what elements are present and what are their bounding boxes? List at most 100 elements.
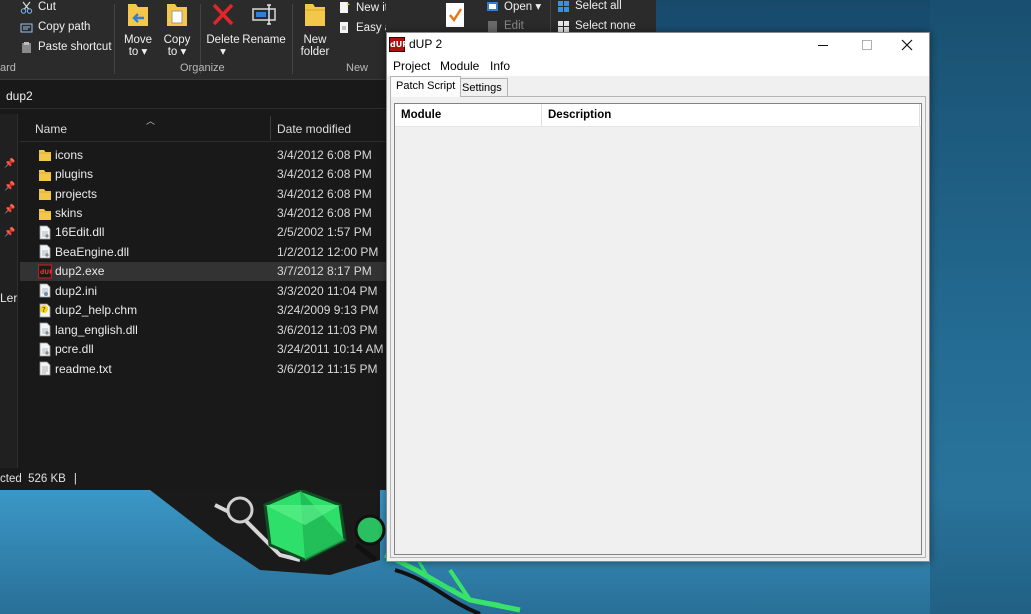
delete-button[interactable]: Delete ▾ [205,0,241,58]
copy-to-folder-icon [167,4,187,26]
file-name: 16Edit.dll [55,225,105,240]
file-row[interactable]: lang_english.dll 3/6/2012 11:03 PM [20,320,386,339]
column-header-name[interactable]: Name [35,122,67,136]
folder-icon [38,167,52,182]
rename-icon [252,4,276,25]
copy-path-label: Copy path [38,21,91,33]
tab-patch-script[interactable]: Patch Script [390,76,462,97]
ini-file-icon [38,283,52,298]
dup-app-icon[interactable]: dUP [389,37,408,52]
file-row[interactable]: BeaEngine.dll 1/2/2012 12:00 PM [20,242,386,261]
file-name: BeaEngine.dll [55,244,130,259]
file-list: ︿ Name Date modified icons 3/4/2012 6:08 … [20,114,386,468]
new-item-button[interactable]: New item ▾ [338,0,386,16]
column-headers: ︿ Name Date modified [20,114,386,142]
easy-access-label: Easy access ▾ [356,22,386,34]
new-folder-label: New [303,34,327,46]
file-date-modified: 3/4/2012 6:08 PM [277,206,372,221]
column-header-date-modified[interactable]: Date modified [277,122,351,136]
select-all-button[interactable]: Select all [557,0,622,15]
address-bar[interactable]: dup2 [0,84,386,109]
file-date-modified: 3/6/2012 11:03 PM [277,322,378,337]
move-to-folder-icon [128,4,148,26]
minimize-icon [818,44,828,46]
pin-icon[interactable]: 📌 [4,181,15,191]
copy-path-button[interactable]: Copy path [20,18,90,36]
dup-exe-icon: dUP [37,264,54,279]
pin-icon[interactable]: 📌 [4,204,15,214]
menu-info[interactable]: Info [490,59,510,73]
file-row[interactable]: readme.txt 3/6/2012 11:15 PM [20,359,386,378]
file-date-modified: 1/2/2012 12:00 PM [277,244,379,259]
status-selection-text: cted 526 KB [0,473,66,485]
column-divider[interactable] [919,104,920,127]
paste-shortcut-button[interactable]: Paste shortcut [20,38,112,56]
move-to-label-line2: to ▾ [128,46,148,58]
new-folder-button[interactable]: New folder [297,0,333,58]
close-button[interactable] [885,33,929,56]
file-row[interactable]: 16Edit.dll 2/5/2002 1:57 PM [20,223,386,242]
dll-file-icon [38,244,52,259]
file-row[interactable]: plugins 3/4/2012 6:08 PM [20,164,386,183]
copy-to-label-line2: to ▾ [167,46,187,58]
file-explorer-window: Cut Copy path Paste shortcut ard Move to… [0,0,386,490]
column-header-module[interactable]: Module [395,104,541,127]
rename-button[interactable]: Rename [242,0,286,46]
file-date-modified: 3/4/2012 6:08 PM [277,147,372,162]
file-date-modified: 2/5/2002 1:57 PM [277,225,372,240]
file-row[interactable]: ? dup2_help.chm 3/24/2009 9:13 PM [20,301,386,320]
address-text: dup2 [6,89,33,103]
file-row[interactable]: dup2.ini 3/3/2020 11:04 PM [20,281,386,300]
edit-icon [488,20,497,32]
select-none-icon [558,20,569,32]
file-row[interactable]: icons 3/4/2012 6:08 PM [20,145,386,164]
maximize-icon [862,39,872,50]
svg-text:dUP: dUP [40,269,52,276]
file-date-modified: 3/24/2011 10:14 AM [277,342,384,357]
copy-to-button[interactable]: Copy to ▾ [161,0,193,58]
dll-file-icon [38,342,52,357]
organize-group-label: Organize [180,62,225,74]
pin-icon[interactable]: 📌 [4,227,15,237]
cut-button[interactable]: Cut [20,0,56,16]
delete-x-icon [212,3,234,26]
maximize-button[interactable] [845,33,889,56]
chm-help-file-icon: ? [38,303,52,318]
file-name: readme.txt [55,361,112,376]
select-all-label: Select all [575,0,622,12]
module-list[interactable]: Module Description [394,103,922,555]
open-label: Open ▾ [504,1,542,13]
file-date-modified: 3/7/2012 8:17 PM [277,264,372,279]
title-bar[interactable]: dUP dUP 2 [387,33,929,56]
new-folder-icon [305,4,325,26]
paste-shortcut-label: Paste shortcut [38,41,112,53]
sort-ascending-icon: ︿ [146,116,156,126]
menu-project[interactable]: Project [393,59,430,73]
cut-label: Cut [38,1,56,13]
select-none-label: Select none [575,20,636,32]
nav-item-partial[interactable]: Ler [0,291,17,305]
open-button[interactable]: Open ▾ [486,0,541,15]
file-row[interactable]: skins 3/4/2012 6:08 PM [20,203,386,222]
column-divider[interactable] [270,116,271,140]
delete-dropdown-arrow[interactable]: ▾ [220,46,226,58]
file-row[interactable]: pcre.dll 3/24/2011 10:14 AM [20,340,386,359]
file-name: projects [55,186,98,201]
properties-check-icon[interactable] [444,2,466,28]
file-row[interactable]: dUP dup2.exe 3/7/2012 8:17 PM [20,261,386,282]
column-header-description[interactable]: Description [542,104,919,127]
tab-settings[interactable]: Settings [456,78,508,97]
file-name: pcre.dll [55,342,94,357]
clipboard-group-label: ard [0,62,16,74]
menu-module[interactable]: Module [440,59,479,73]
easy-access-button[interactable]: Easy access ▾ [338,18,386,36]
file-row[interactable]: projects 3/4/2012 6:08 PM [20,184,386,203]
pin-icon[interactable]: 📌 [4,158,15,168]
move-to-button[interactable]: Move to ▾ [122,0,154,58]
edit-label: Edit [504,20,524,32]
minimize-button[interactable] [801,33,845,56]
move-to-label: Move [123,34,153,46]
text-file-icon [38,361,52,376]
file-name: dup2_help.chm [55,303,138,318]
file-name: dup2.exe [55,264,105,279]
